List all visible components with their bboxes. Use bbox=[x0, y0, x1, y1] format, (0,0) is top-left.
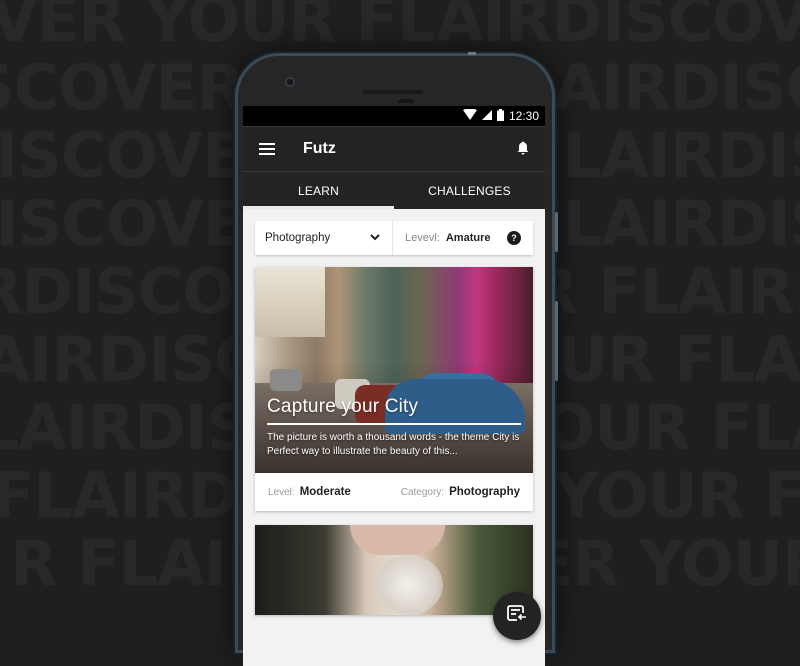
app-bar: Futz bbox=[243, 126, 545, 172]
chevron-down-icon bbox=[370, 232, 380, 244]
challenge-card[interactable]: Capture your City The picture is worth a… bbox=[255, 267, 533, 511]
challenge-card-next[interactable] bbox=[255, 525, 533, 615]
level-value: Amature bbox=[445, 232, 491, 244]
card-level-label: Level: bbox=[268, 486, 295, 498]
app-title: Futz bbox=[303, 140, 336, 157]
tab-bar: LEARN CHALLENGES bbox=[243, 172, 545, 209]
active-tab-indicator bbox=[243, 206, 394, 209]
earpiece-speaker bbox=[363, 90, 423, 94]
image-dandelion bbox=[373, 555, 443, 615]
add-to-list-button[interactable] bbox=[493, 592, 541, 640]
phone-power-button bbox=[555, 301, 558, 381]
category-dropdown[interactable]: Photography bbox=[255, 221, 393, 255]
card-footer: Level: Moderate Category: Photography bbox=[255, 473, 533, 511]
card-image-city-street: Capture your City The picture is worth a… bbox=[255, 267, 533, 473]
add-to-list-icon bbox=[507, 604, 527, 628]
phone-top-button bbox=[468, 52, 476, 55]
filter-bar: Photography Levevl: Amature ? bbox=[255, 221, 533, 255]
card-title: Capture your City bbox=[267, 396, 419, 417]
phone-volume-button bbox=[555, 212, 558, 252]
card-overlay: Capture your City The picture is worth a… bbox=[267, 396, 521, 459]
level-label: Levevl: bbox=[405, 232, 440, 244]
help-icon[interactable]: ? bbox=[507, 231, 521, 245]
phone-screen: 12:30 Futz LEARN CHALLENGES Photography … bbox=[243, 106, 545, 666]
wifi-icon bbox=[462, 108, 477, 123]
card-category-label: Category: bbox=[400, 486, 445, 498]
image-car bbox=[270, 369, 302, 391]
battery-icon bbox=[496, 108, 504, 124]
image-face bbox=[350, 525, 445, 555]
card-level-value: Moderate bbox=[299, 486, 351, 498]
signal-icon bbox=[481, 109, 492, 123]
proximity-sensor bbox=[398, 99, 414, 103]
phone-frame: 12:30 Futz LEARN CHALLENGES Photography … bbox=[235, 52, 558, 666]
tab-learn[interactable]: LEARN bbox=[243, 172, 394, 209]
background-text-row: VER YOUR FLAIRDISCOVER bbox=[0, 0, 800, 56]
bell-icon[interactable] bbox=[517, 141, 529, 160]
image-sky bbox=[255, 267, 325, 337]
menu-icon[interactable] bbox=[259, 143, 275, 155]
level-filter[interactable]: Levevl: Amature ? bbox=[393, 221, 533, 255]
tab-challenges[interactable]: CHALLENGES bbox=[394, 172, 545, 209]
front-camera bbox=[285, 77, 295, 87]
card-divider bbox=[267, 423, 521, 425]
card-description: The picture is worth a thousand words - … bbox=[267, 432, 520, 457]
card-category-value: Photography bbox=[449, 486, 520, 498]
status-bar: 12:30 bbox=[243, 106, 545, 126]
status-time: 12:30 bbox=[508, 109, 539, 123]
category-selected: Photography bbox=[265, 232, 331, 244]
